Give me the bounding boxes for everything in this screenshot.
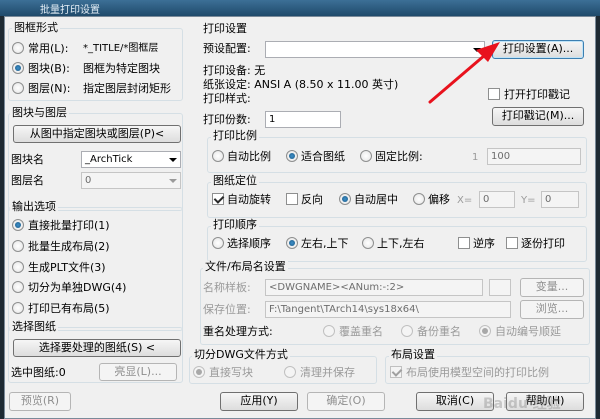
annotation-arrow-icon: [428, 42, 500, 104]
